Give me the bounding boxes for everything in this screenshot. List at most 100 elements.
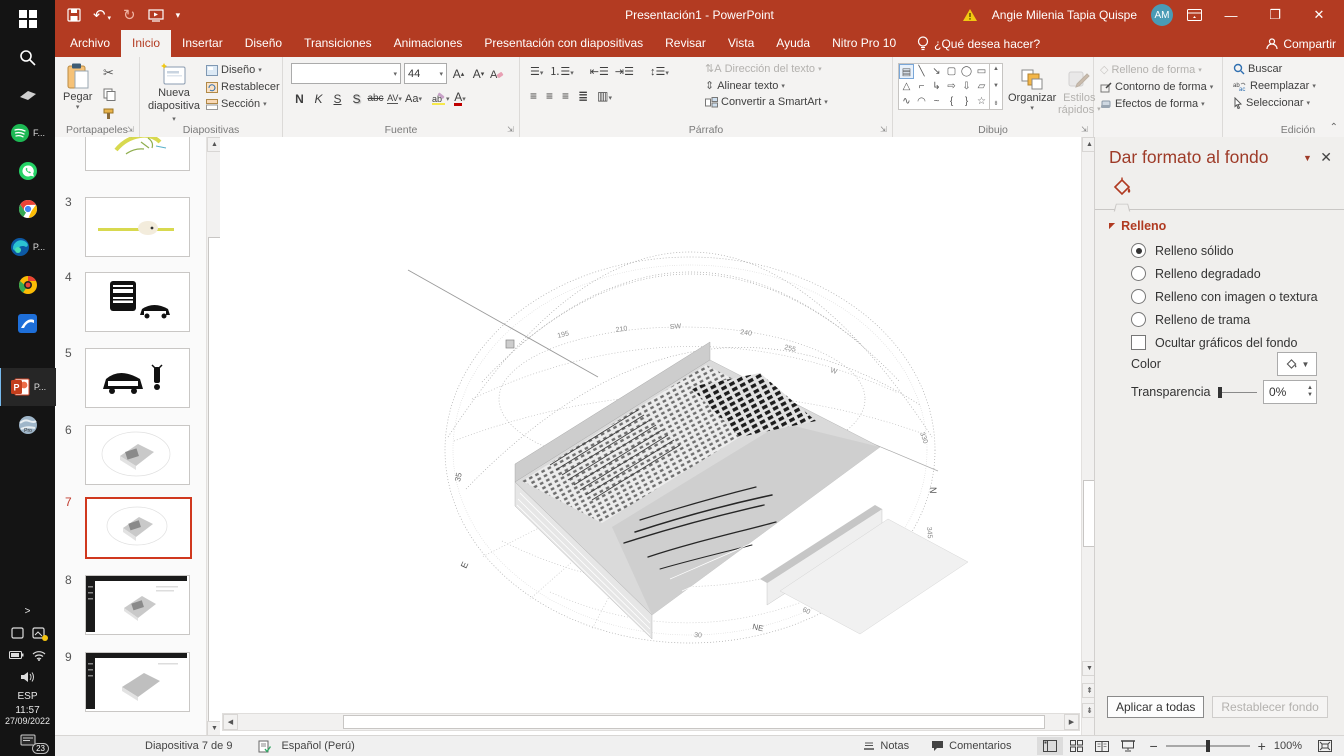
avatar[interactable]: AM xyxy=(1151,4,1173,26)
tab-diseno[interactable]: Diseño xyxy=(234,30,293,57)
collapse-ribbon-button[interactable]: ⌃ xyxy=(1330,122,1338,133)
shapes-scroll[interactable]: ▲ ▼ ⇟ xyxy=(990,63,1003,110)
language-indicator[interactable]: ESP xyxy=(17,691,37,702)
justify-button[interactable]: ≣ xyxy=(578,89,588,103)
browser-button[interactable] xyxy=(0,266,55,304)
hide-background-checkbox[interactable]: Ocultar gráficos del fondo xyxy=(1131,335,1344,350)
reset-background-button[interactable]: Restablecer fondo xyxy=(1212,696,1328,718)
shape-arc[interactable]: ◠ xyxy=(914,94,929,109)
hscroll-right-arrow[interactable]: ▶ xyxy=(1064,714,1079,730)
apply-to-all-button[interactable]: Aplicar a todas xyxy=(1107,696,1205,718)
shape-textbox[interactable]: ▤ xyxy=(899,64,914,79)
zoom-slider-track[interactable] xyxy=(1165,740,1250,752)
clock-time[interactable]: 11:57 xyxy=(15,705,39,716)
increase-indent-button[interactable]: ⇥☰ xyxy=(615,65,634,78)
find-button[interactable]: Buscar xyxy=(1233,63,1316,75)
underline-button[interactable]: S xyxy=(329,89,346,108)
slide-section-button[interactable]: Sección ▾ xyxy=(206,98,280,110)
tab-revisar[interactable]: Revisar xyxy=(654,30,717,57)
comments-button[interactable]: Comentarios xyxy=(949,740,1011,752)
wifi-icon[interactable] xyxy=(32,650,46,661)
thumbnail-scrollbar[interactable]: ▲ ▼ xyxy=(206,137,220,736)
close-button[interactable]: ✕ xyxy=(1304,7,1334,23)
thumb-scroll-up-arrow[interactable]: ▲ xyxy=(207,137,220,152)
drawing-dialog-launcher[interactable]: ⇲ xyxy=(1081,125,1091,135)
transparency-slider-track[interactable] xyxy=(1222,391,1257,393)
bold-button[interactable]: N xyxy=(291,89,308,108)
spotify-button[interactable]: F... xyxy=(0,114,55,152)
thumbnail-slide-8[interactable] xyxy=(85,575,190,635)
hscroll-left-arrow[interactable]: ◀ xyxy=(223,714,238,730)
align-center-button[interactable]: ≡ xyxy=(546,89,553,103)
shape-parallelogram[interactable]: ▱ xyxy=(974,79,989,94)
thumb-scroll-down-arrow[interactable]: ▼ xyxy=(207,721,220,736)
reading-view-button[interactable] xyxy=(1089,737,1115,755)
tablet-icon[interactable] xyxy=(10,627,24,639)
thumbnail-slide-7-selected[interactable] xyxy=(85,497,192,559)
edge-button[interactable]: P... xyxy=(0,228,55,266)
spinner-arrows[interactable]: ▲ ▼ xyxy=(1307,385,1316,399)
shape-rect[interactable]: ▢ xyxy=(944,64,959,79)
panel-close-icon[interactable]: ✕ xyxy=(1320,149,1332,166)
numbering-button[interactable]: ⒈☰▾ xyxy=(549,63,573,79)
whiteboard-button[interactable] xyxy=(0,76,55,114)
cut-icon[interactable]: ✂ xyxy=(103,65,114,81)
thumbnail-slide-9[interactable] xyxy=(85,652,190,712)
tab-animaciones[interactable]: Animaciones xyxy=(383,30,474,57)
shape-line[interactable]: ╲ xyxy=(914,64,929,79)
ribbon-display-icon[interactable] xyxy=(1187,9,1202,21)
tab-ayuda[interactable]: Ayuda xyxy=(765,30,821,57)
replace-button[interactable]: ab ac Reemplazar ▾ xyxy=(1233,80,1316,92)
highlight-button[interactable]: ab ▾ xyxy=(432,89,450,108)
zoom-slider-thumb[interactable] xyxy=(1205,740,1210,752)
shapes-gallery[interactable]: ▤ ╲ ↘ ▢ ◯ ▭ △ ⌐ ↳ ⇨ ⇩ ▱ ∿ ◠ ~ { } ☆ xyxy=(898,63,990,110)
thumbnail-slide-4[interactable] xyxy=(85,272,190,332)
clock-date[interactable]: 27/09/2022 xyxy=(5,716,50,726)
slide-sorter-view-button[interactable] xyxy=(1063,737,1089,755)
tell-me-box[interactable]: ¿Qué desea hacer? xyxy=(907,30,1050,57)
whatsapp-button[interactable] xyxy=(0,152,55,190)
slideshow-view-button[interactable] xyxy=(1115,737,1141,755)
horizontal-scrollbar[interactable]: ◀ ▶ xyxy=(222,713,1080,731)
action-center-button[interactable]: 23 xyxy=(0,726,55,756)
clear-format-icon[interactable]: A xyxy=(490,67,504,80)
slide-counter[interactable]: Diapositiva 7 de 9 xyxy=(145,740,232,752)
increase-font-icon[interactable]: A ▴ xyxy=(450,64,467,83)
color-picker-button[interactable]: ▼ xyxy=(1277,352,1317,376)
language-status[interactable]: Español (Perú) xyxy=(281,740,354,752)
terrain-model[interactable] xyxy=(514,341,969,640)
paste-button[interactable]: Pegar ▾ xyxy=(63,63,92,111)
shape-rounded-rect[interactable]: ▭ xyxy=(974,64,989,79)
tab-nitro[interactable]: Nitro Pro 10 xyxy=(821,30,907,57)
shape-elbow[interactable]: ⌐ xyxy=(914,79,929,94)
strikethrough-button[interactable]: abc xyxy=(367,89,384,108)
align-left-button[interactable]: ≡ xyxy=(530,89,537,103)
italic-button[interactable]: K xyxy=(310,89,327,108)
paragraph-dialog-launcher[interactable]: ⇲ xyxy=(880,125,890,135)
decrease-font-icon[interactable]: A ▾ xyxy=(470,64,487,83)
thumbnail-slide-6[interactable] xyxy=(85,425,190,485)
option-pattern-fill[interactable]: Relleno de trama xyxy=(1131,312,1344,327)
tab-vista[interactable]: Vista xyxy=(717,30,765,57)
zoom-in-button[interactable]: + xyxy=(1258,738,1266,754)
shape-right-arrow[interactable]: ⇨ xyxy=(944,79,959,94)
thumb-scrollbar-thumb[interactable] xyxy=(208,237,220,723)
google-earth-button[interactable]: Pro xyxy=(0,406,55,444)
user-name[interactable]: Angie Milenia Tapia Quispe xyxy=(992,8,1137,22)
panel-title-dropdown[interactable]: ▼ xyxy=(1303,153,1312,163)
align-text-button[interactable]: ⇕ Alinear texto ▾ xyxy=(705,79,828,93)
format-painter-icon[interactable] xyxy=(103,108,116,120)
new-slide-button[interactable]: Nueva diapositiva ▾ xyxy=(146,63,202,125)
char-spacing-button[interactable]: AV ▾ xyxy=(386,89,403,108)
clipboard-dialog-launcher[interactable]: ⇲ xyxy=(127,125,137,135)
zoom-level[interactable]: 100% xyxy=(1274,740,1302,752)
shape-elbow-arrow[interactable]: ↳ xyxy=(929,79,944,94)
slide-vertical-scrollbar[interactable]: ▲ ▼ ⇞ ⇟ xyxy=(1081,137,1097,736)
smartart-button[interactable]: Convertir a SmartArt ▾ xyxy=(705,96,828,108)
line-spacing-button[interactable]: ↕☰▾ xyxy=(650,65,669,78)
slide-design-button[interactable]: Diseño ▾ xyxy=(206,64,280,76)
shape-triangle[interactable]: △ xyxy=(899,79,914,94)
text-direction-button[interactable]: ⇅A Dirección del texto ▾ xyxy=(705,62,828,76)
tray-expand-button[interactable]: > xyxy=(0,600,55,622)
option-picture-fill[interactable]: Relleno con imagen o textura xyxy=(1131,289,1344,304)
